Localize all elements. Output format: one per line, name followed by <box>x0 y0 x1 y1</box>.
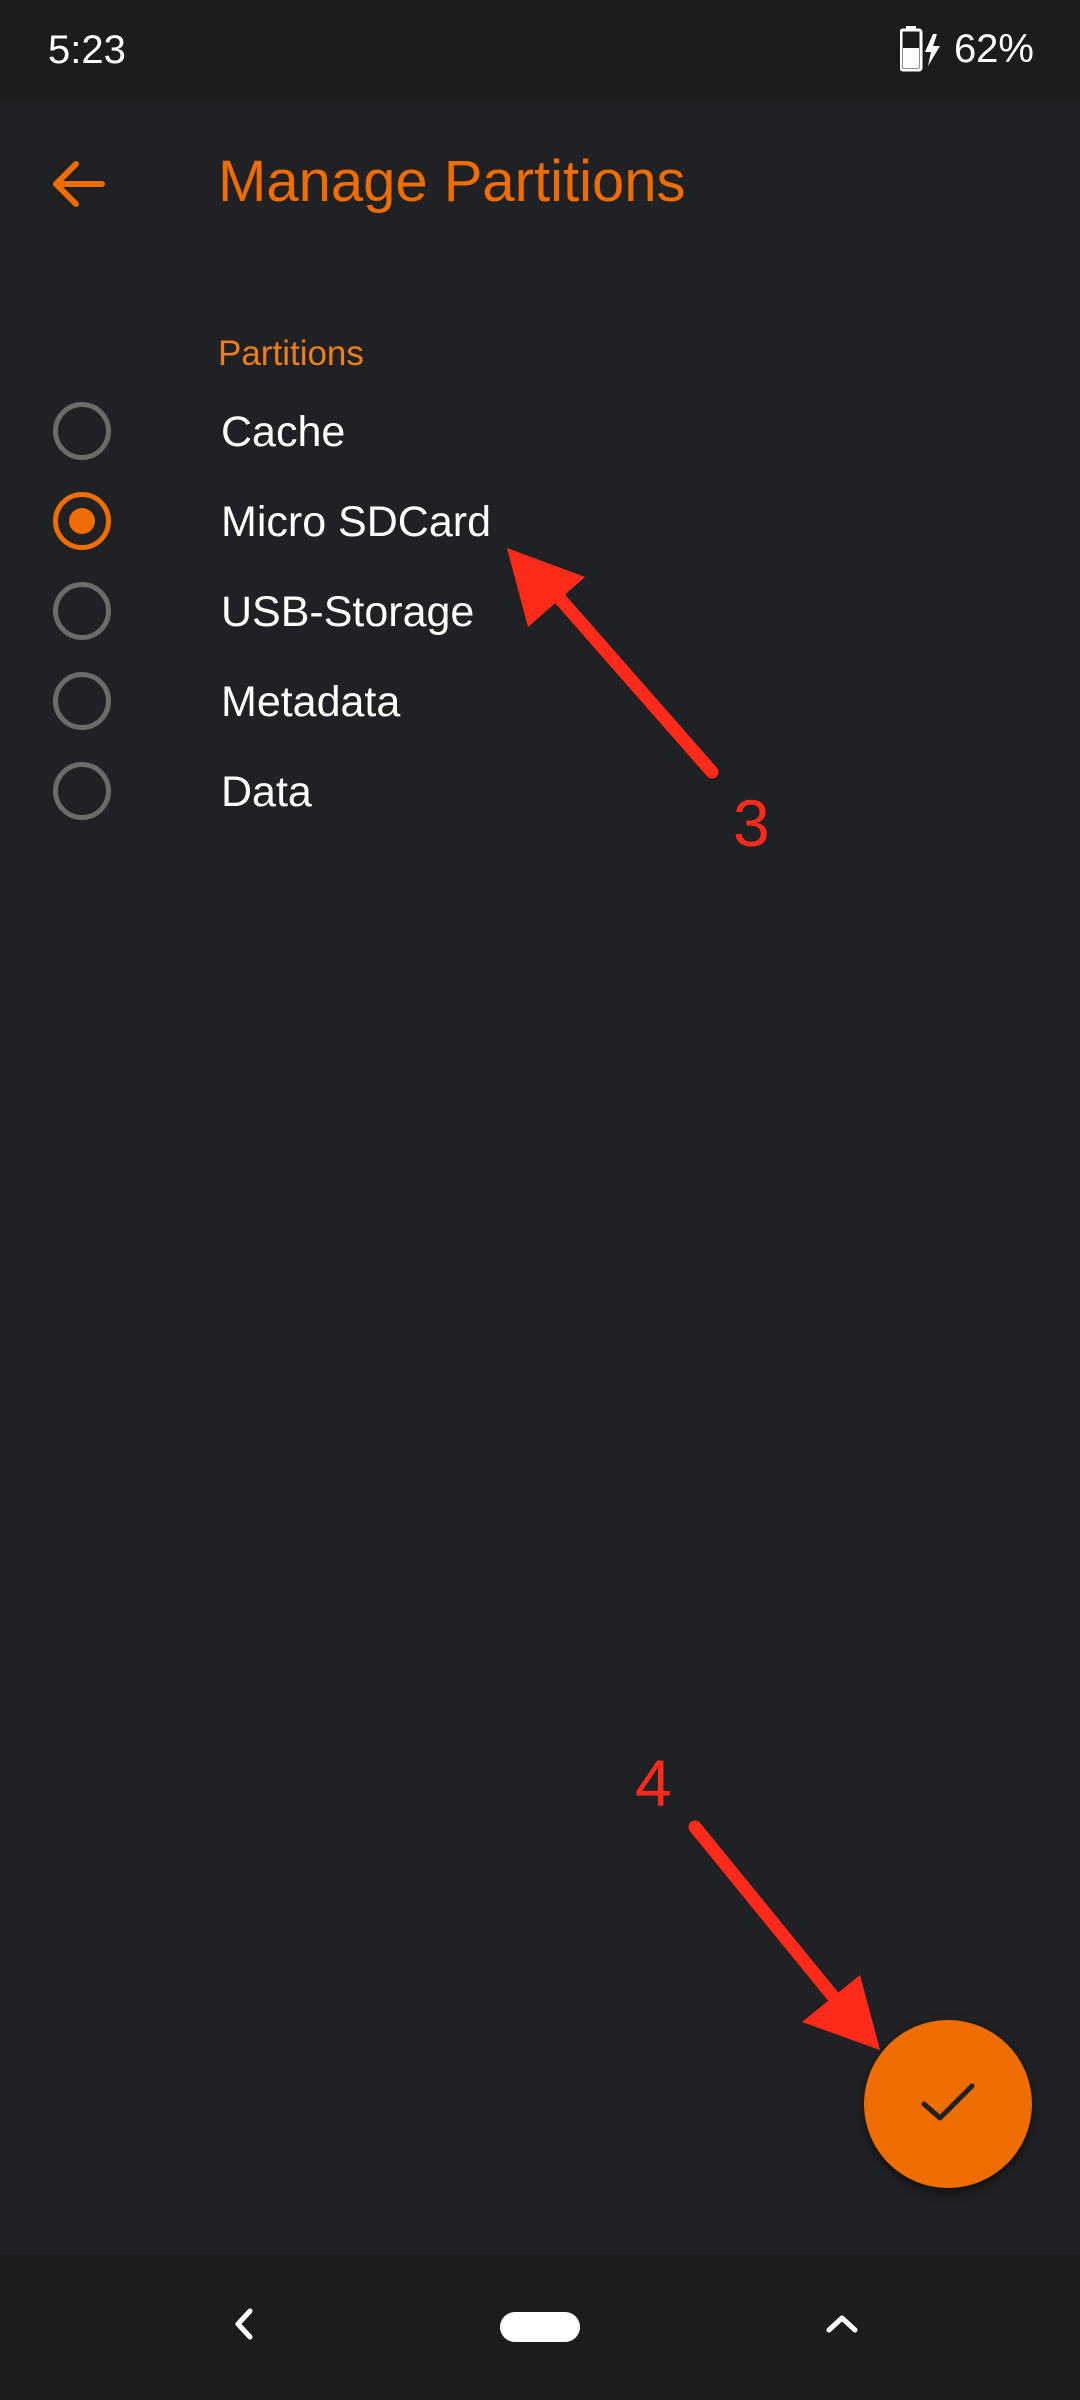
partition-item-micro-sdcard[interactable]: Micro SDCard <box>0 476 1080 566</box>
app-bar: Manage Partitions <box>0 102 1080 270</box>
screen: 5:23 62% Manage Partitions Partitions Ca… <box>0 0 1080 2400</box>
nav-recents-button[interactable] <box>814 2298 870 2354</box>
check-icon <box>920 2080 976 2129</box>
radio-button[interactable] <box>53 762 111 820</box>
chevron-left-icon <box>232 2307 256 2346</box>
nav-back-button[interactable] <box>216 2298 272 2354</box>
battery-percent: 62% <box>953 26 1034 71</box>
section-title: Partitions <box>218 334 364 373</box>
partition-list: Cache Micro SDCard USB-Storage Metadata … <box>0 386 1080 836</box>
status-bar: 5:23 62% <box>0 0 1080 102</box>
partition-item-metadata[interactable]: Metadata <box>0 656 1080 746</box>
partition-label: Metadata <box>221 678 401 726</box>
partition-label: Data <box>221 768 312 816</box>
radio-button[interactable] <box>53 672 111 730</box>
radio-button-selected[interactable] <box>53 492 111 550</box>
annotation-arrow-4 <box>688 1820 880 2050</box>
page-title: Manage Partitions <box>218 149 686 214</box>
navigation-bar <box>0 2254 1080 2400</box>
radio-button[interactable] <box>53 402 111 460</box>
partition-label: Cache <box>221 408 346 456</box>
partition-label: USB-Storage <box>221 588 475 636</box>
confirm-fab-button[interactable] <box>864 2020 1032 2188</box>
annotation-number-4: 4 <box>635 1746 672 1820</box>
arrow-left-icon <box>50 160 106 213</box>
status-time: 5:23 <box>48 28 126 72</box>
radio-button[interactable] <box>53 582 111 640</box>
back-button[interactable] <box>42 150 114 222</box>
status-indicators: 62% <box>899 26 1034 72</box>
partition-item-data[interactable]: Data <box>0 746 1080 836</box>
partition-item-usb-storage[interactable]: USB-Storage <box>0 566 1080 656</box>
nav-home-button[interactable] <box>500 2312 580 2342</box>
battery-charging-icon <box>899 26 944 72</box>
chevron-up-icon <box>825 2312 859 2341</box>
partition-item-cache[interactable]: Cache <box>0 386 1080 476</box>
partition-label: Micro SDCard <box>221 498 491 546</box>
